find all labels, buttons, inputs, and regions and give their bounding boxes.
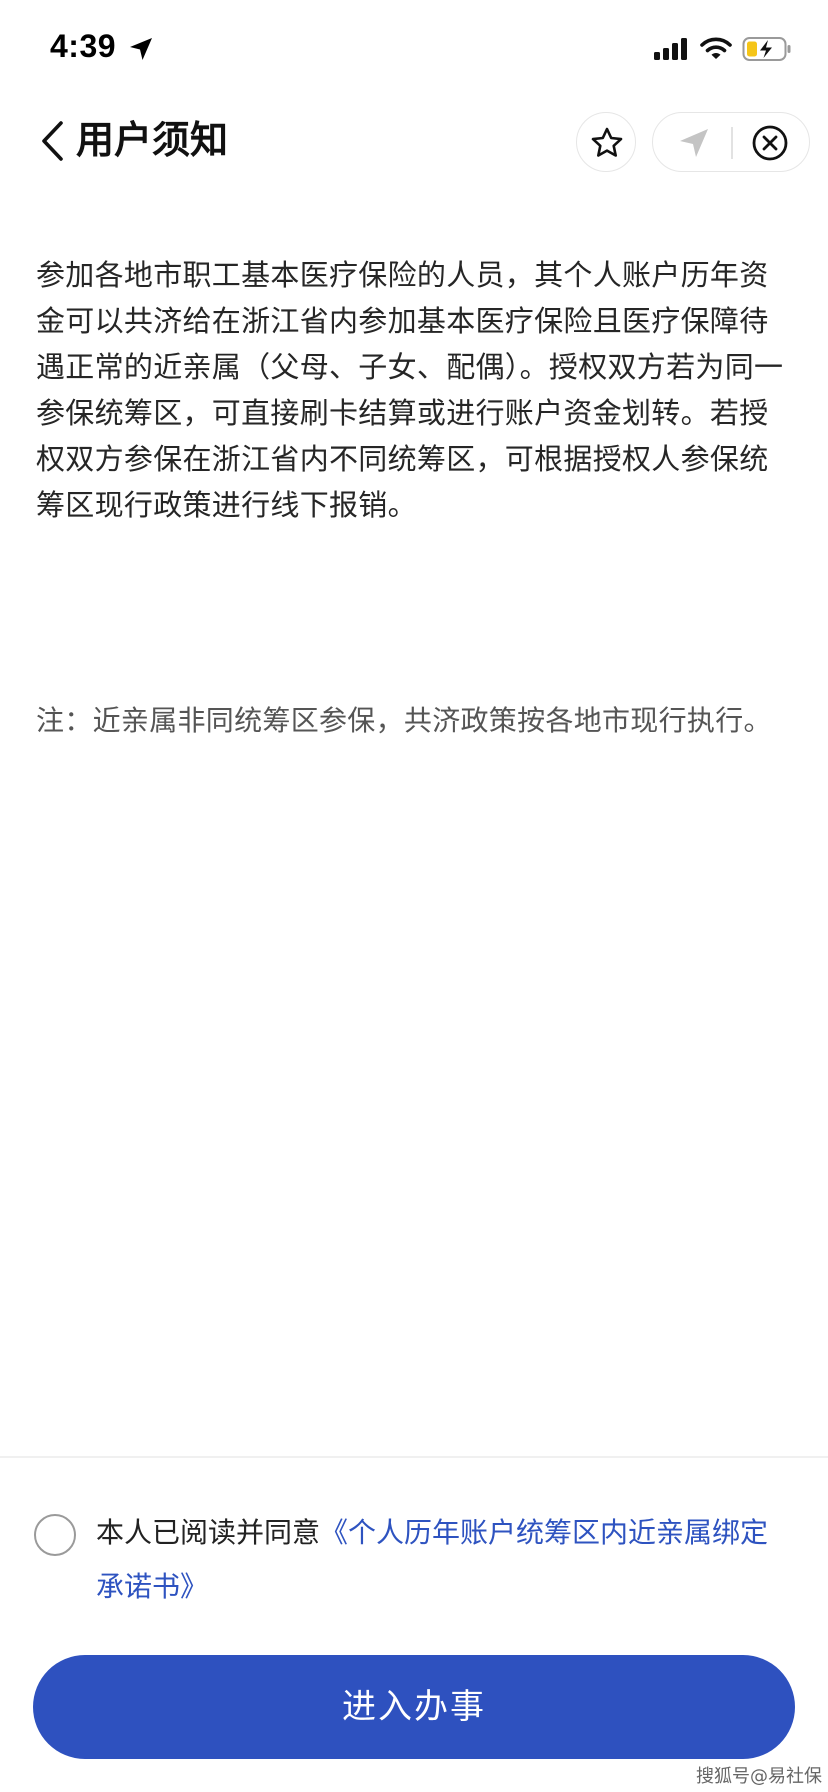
navigation-arrow-icon[interactable] — [677, 126, 711, 160]
agreement-text: 本人已阅读并同意《个人历年账户统筹区内近亲属绑定承诺书》 — [96, 1506, 796, 1614]
agreement-prefix: 本人已阅读并同意 — [96, 1516, 321, 1549]
notice-note-text: 注：近亲属非同统筹区参保，共济政策按各地市现行执行。 — [36, 704, 772, 737]
page-title: 用户须知 — [76, 118, 229, 162]
notice-body-text: 参加各地市职工基本医疗保险的人员，其个人账户历年资金可以共济给在浙江省内参加基本… — [36, 258, 784, 522]
status-time: 4:39 — [50, 28, 117, 64]
bottom-divider — [0, 1456, 828, 1458]
star-icon — [591, 127, 623, 157]
mini-program-capsule — [652, 112, 810, 172]
enter-service-button[interactable]: 进入办事 — [33, 1655, 795, 1759]
battery-charging-icon — [742, 37, 791, 61]
chevron-left-icon[interactable] — [38, 118, 66, 164]
capsule-divider — [731, 127, 733, 159]
watermark: 搜狐号@易社保 — [696, 1766, 822, 1787]
nav-bar: 用户须知 — [0, 100, 828, 182]
cellular-signal-icon — [654, 38, 687, 60]
agreement-checkbox[interactable] — [34, 1514, 76, 1556]
agreement-row: 本人已阅读并同意《个人历年账户统筹区内近亲属绑定承诺书》 — [0, 1500, 828, 1620]
location-arrow-icon — [130, 38, 152, 60]
status-bar: 4:39 — [0, 0, 828, 100]
close-circle-icon[interactable] — [751, 124, 789, 162]
wifi-icon — [700, 37, 732, 59]
favorite-button[interactable] — [576, 112, 636, 172]
